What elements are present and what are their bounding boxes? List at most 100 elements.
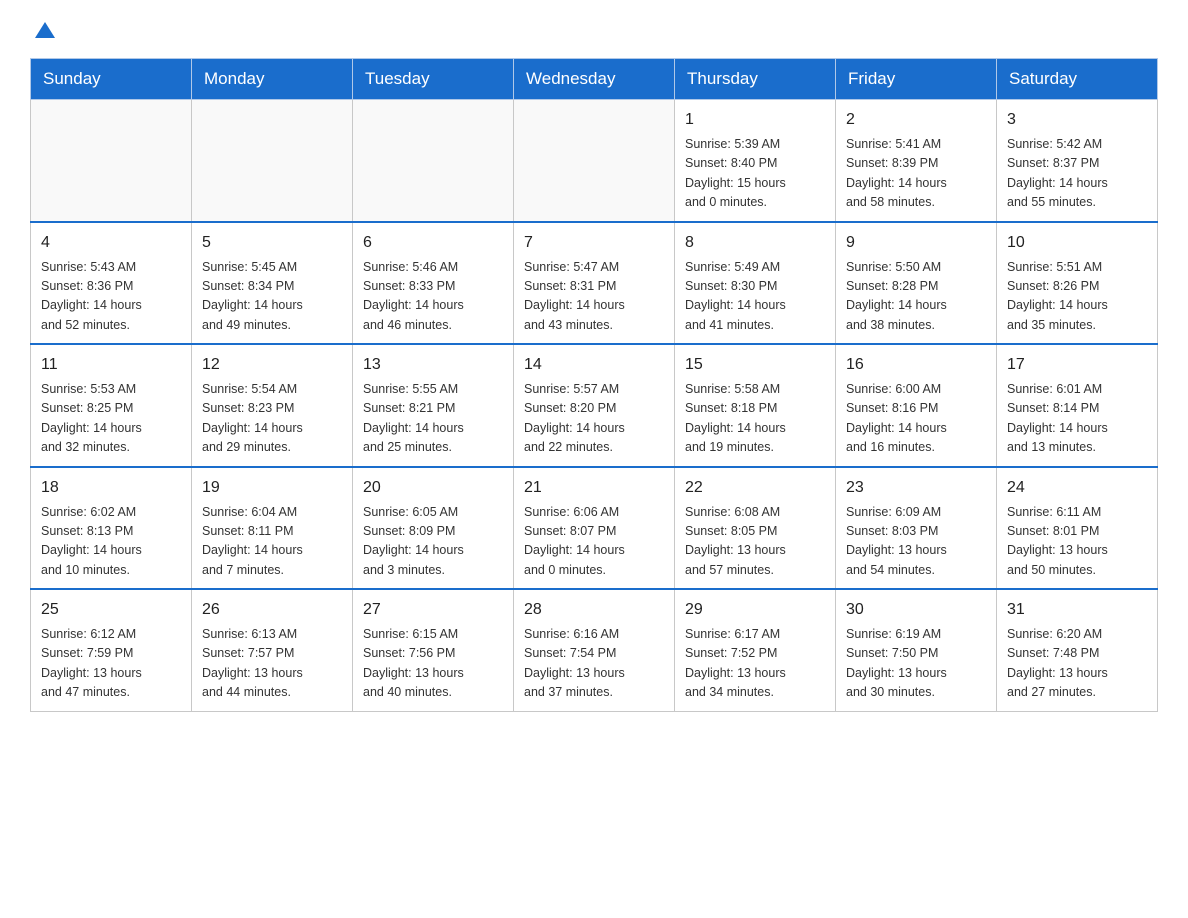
day-sun-info: Sunrise: 6:19 AM Sunset: 7:50 PM Dayligh… [846,625,986,703]
calendar-day-cell: 23Sunrise: 6:09 AM Sunset: 8:03 PM Dayli… [836,467,997,590]
calendar-week-row: 18 Sunrise: 6:02 AM Sunset: 8:13 PM Dayli… [31,467,1158,590]
day-sun-info: Sunrise: 5:45 AM Sunset: 8:34 PM Dayligh… [202,258,342,336]
day-sun-info: Sunrise: 6:12 AM Sunset: 7:59 PM Dayligh… [41,625,181,703]
day-sun-info: Sunrise: 5:47 AM Sunset: 8:31 PM Dayligh… [524,258,664,336]
day-sun-info: Sunrise: 6:09 AM Sunset: 8:03 PM Dayligh… [846,503,986,581]
calendar-day-cell: 31 Sunrise: 6:20 AM Sunset: 7:48 PM Dayli… [997,589,1158,711]
day-number: 21 [524,476,664,500]
day-sun-info: Sunrise: 5:46 AM Sunset: 8:33 PM Dayligh… [363,258,503,336]
day-sun-info: Sunrise: 6:02 AM Sunset: 8:13 PM Dayligh… [41,503,181,581]
calendar-day-cell: 2Sunrise: 5:41 AM Sunset: 8:39 PM Daylig… [836,100,997,222]
calendar-week-row: 25 Sunrise: 6:12 AM Sunset: 7:59 PM Dayli… [31,589,1158,711]
calendar-day-cell: 17 Sunrise: 6:01 AM Sunset: 8:14 PM Dayli… [997,344,1158,467]
day-number: 20 [363,476,503,500]
day-number: 4 [41,231,181,255]
calendar-day-cell: 26 Sunrise: 6:13 AM Sunset: 7:57 PM Dayli… [192,589,353,711]
calendar-day-cell: 24 Sunrise: 6:11 AM Sunset: 8:01 PM Dayli… [997,467,1158,590]
calendar-day-cell: 11 Sunrise: 5:53 AM Sunset: 8:25 PM Dayli… [31,344,192,467]
day-number: 13 [363,353,503,377]
calendar-week-row: 1 Sunrise: 5:39 AM Sunset: 8:40 PM Daylig… [31,100,1158,222]
day-number: 31 [1007,598,1147,622]
day-number: 8 [685,231,825,255]
calendar-day-cell: 20 Sunrise: 6:05 AM Sunset: 8:09 PM Dayli… [353,467,514,590]
calendar-header-wednesday: Wednesday [514,59,675,100]
day-sun-info: Sunrise: 6:20 AM Sunset: 7:48 PM Dayligh… [1007,625,1147,703]
calendar-week-row: 11 Sunrise: 5:53 AM Sunset: 8:25 PM Dayli… [31,344,1158,467]
calendar-day-cell: 5 Sunrise: 5:45 AM Sunset: 8:34 PM Daylig… [192,222,353,345]
calendar-day-cell: 7 Sunrise: 5:47 AM Sunset: 8:31 PM Daylig… [514,222,675,345]
day-sun-info: Sunrise: 6:05 AM Sunset: 8:09 PM Dayligh… [363,503,503,581]
day-sun-info: Sunrise: 5:42 AM Sunset: 8:37 PM Dayligh… [1007,135,1147,213]
day-number: 24 [1007,476,1147,500]
calendar-table: SundayMondayTuesdayWednesdayThursdayFrid… [30,58,1158,712]
day-number: 6 [363,231,503,255]
calendar-header-thursday: Thursday [675,59,836,100]
calendar-day-cell: 15Sunrise: 5:58 AM Sunset: 8:18 PM Dayli… [675,344,836,467]
calendar-day-cell: 13 Sunrise: 5:55 AM Sunset: 8:21 PM Dayli… [353,344,514,467]
calendar-day-cell: 27 Sunrise: 6:15 AM Sunset: 7:56 PM Dayli… [353,589,514,711]
day-sun-info: Sunrise: 5:43 AM Sunset: 8:36 PM Dayligh… [41,258,181,336]
day-number: 2 [846,108,986,132]
calendar-day-cell: 9Sunrise: 5:50 AM Sunset: 8:28 PM Daylig… [836,222,997,345]
day-number: 29 [685,598,825,622]
day-number: 11 [41,353,181,377]
calendar-day-cell: 12 Sunrise: 5:54 AM Sunset: 8:23 PM Dayli… [192,344,353,467]
day-number: 12 [202,353,342,377]
day-number: 1 [685,108,825,132]
day-number: 18 [41,476,181,500]
day-number: 3 [1007,108,1147,132]
logo-triangle-icon [35,22,55,38]
logo [30,20,55,40]
day-sun-info: Sunrise: 5:53 AM Sunset: 8:25 PM Dayligh… [41,380,181,458]
day-number: 25 [41,598,181,622]
calendar-header-sunday: Sunday [31,59,192,100]
calendar-day-cell [353,100,514,222]
day-sun-info: Sunrise: 6:01 AM Sunset: 8:14 PM Dayligh… [1007,380,1147,458]
calendar-day-cell: 10Sunrise: 5:51 AM Sunset: 8:26 PM Dayli… [997,222,1158,345]
day-sun-info: Sunrise: 5:54 AM Sunset: 8:23 PM Dayligh… [202,380,342,458]
day-number: 26 [202,598,342,622]
calendar-header-friday: Friday [836,59,997,100]
day-sun-info: Sunrise: 5:39 AM Sunset: 8:40 PM Dayligh… [685,135,825,213]
day-sun-info: Sunrise: 6:11 AM Sunset: 8:01 PM Dayligh… [1007,503,1147,581]
day-sun-info: Sunrise: 6:13 AM Sunset: 7:57 PM Dayligh… [202,625,342,703]
calendar-day-cell [31,100,192,222]
day-number: 5 [202,231,342,255]
day-sun-info: Sunrise: 5:55 AM Sunset: 8:21 PM Dayligh… [363,380,503,458]
calendar-day-cell: 21Sunrise: 6:06 AM Sunset: 8:07 PM Dayli… [514,467,675,590]
calendar-header-monday: Monday [192,59,353,100]
day-number: 22 [685,476,825,500]
calendar-day-cell: 4 Sunrise: 5:43 AM Sunset: 8:36 PM Daylig… [31,222,192,345]
day-sun-info: Sunrise: 5:49 AM Sunset: 8:30 PM Dayligh… [685,258,825,336]
calendar-day-cell: 1 Sunrise: 5:39 AM Sunset: 8:40 PM Daylig… [675,100,836,222]
day-number: 10 [1007,231,1147,255]
day-number: 7 [524,231,664,255]
day-number: 28 [524,598,664,622]
day-sun-info: Sunrise: 5:57 AM Sunset: 8:20 PM Dayligh… [524,380,664,458]
day-sun-info: Sunrise: 6:08 AM Sunset: 8:05 PM Dayligh… [685,503,825,581]
day-sun-info: Sunrise: 5:50 AM Sunset: 8:28 PM Dayligh… [846,258,986,336]
calendar-header-saturday: Saturday [997,59,1158,100]
calendar-day-cell: 8 Sunrise: 5:49 AM Sunset: 8:30 PM Daylig… [675,222,836,345]
day-sun-info: Sunrise: 6:04 AM Sunset: 8:11 PM Dayligh… [202,503,342,581]
day-number: 17 [1007,353,1147,377]
calendar-day-cell: 6 Sunrise: 5:46 AM Sunset: 8:33 PM Daylig… [353,222,514,345]
day-sun-info: Sunrise: 6:15 AM Sunset: 7:56 PM Dayligh… [363,625,503,703]
calendar-day-cell: 18 Sunrise: 6:02 AM Sunset: 8:13 PM Dayli… [31,467,192,590]
calendar-day-cell: 25 Sunrise: 6:12 AM Sunset: 7:59 PM Dayli… [31,589,192,711]
calendar-header-row: SundayMondayTuesdayWednesdayThursdayFrid… [31,59,1158,100]
day-sun-info: Sunrise: 6:16 AM Sunset: 7:54 PM Dayligh… [524,625,664,703]
calendar-day-cell: 14Sunrise: 5:57 AM Sunset: 8:20 PM Dayli… [514,344,675,467]
calendar-header-tuesday: Tuesday [353,59,514,100]
page-header [30,20,1158,40]
calendar-day-cell: 22 Sunrise: 6:08 AM Sunset: 8:05 PM Dayli… [675,467,836,590]
day-sun-info: Sunrise: 6:00 AM Sunset: 8:16 PM Dayligh… [846,380,986,458]
day-number: 27 [363,598,503,622]
day-sun-info: Sunrise: 5:58 AM Sunset: 8:18 PM Dayligh… [685,380,825,458]
calendar-day-cell: 29Sunrise: 6:17 AM Sunset: 7:52 PM Dayli… [675,589,836,711]
calendar-week-row: 4 Sunrise: 5:43 AM Sunset: 8:36 PM Daylig… [31,222,1158,345]
calendar-day-cell: 3 Sunrise: 5:42 AM Sunset: 8:37 PM Daylig… [997,100,1158,222]
calendar-day-cell [192,100,353,222]
day-number: 19 [202,476,342,500]
day-number: 16 [846,353,986,377]
